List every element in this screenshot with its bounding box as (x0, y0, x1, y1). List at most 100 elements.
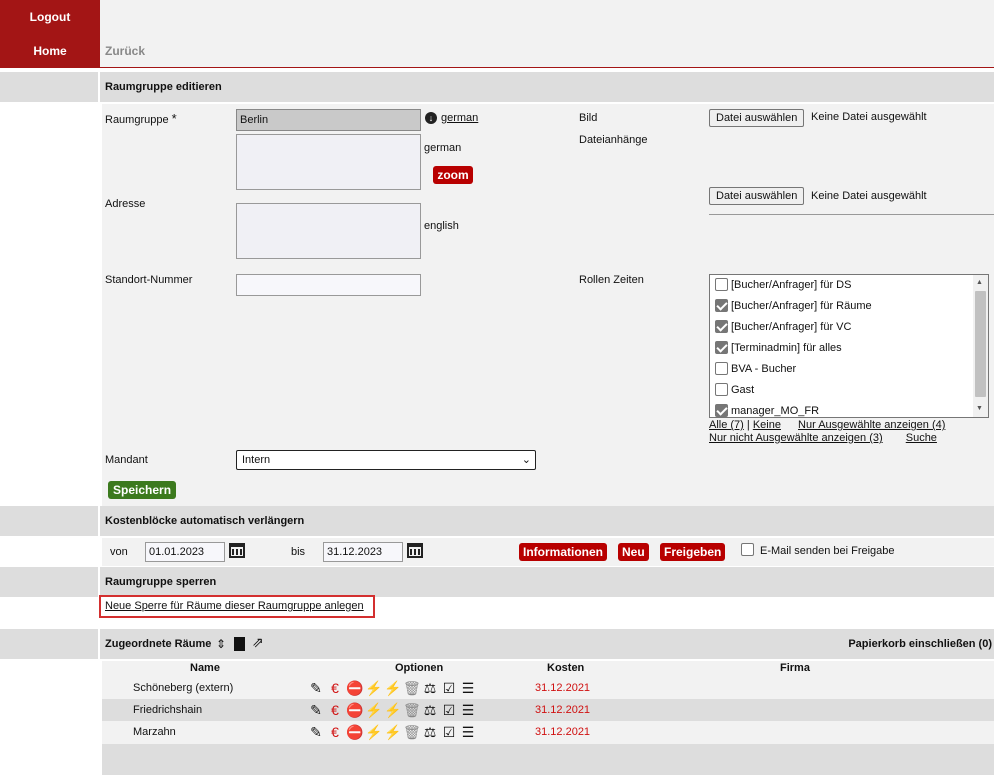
pencil-icon[interactable]: ✎ (308, 724, 324, 740)
rolle-option[interactable]: [Bucher/Anfrager] für DS (710, 275, 988, 296)
trash-icon[interactable]: 🗑 (403, 702, 421, 718)
magic-wand-icon[interactable]: ⚡ (365, 702, 382, 718)
select-none-link[interactable]: Keine (753, 419, 781, 431)
calendar-icon[interactable] (407, 543, 423, 561)
search-link[interactable]: Suche (906, 432, 937, 444)
rollen-filter-links: Alle (7) | Keine Nur Ausgewählte anzeige… (709, 419, 946, 444)
anhang-file-button[interactable]: Datei auswählen (709, 187, 805, 205)
magic-wand-icon[interactable]: ⚡ (365, 724, 382, 740)
logout-button[interactable]: Logout (0, 0, 100, 34)
listbox-scrollbar[interactable]: ▲ ▼ (973, 275, 988, 417)
scale-icon[interactable]: ⚖ (422, 680, 438, 696)
share-icon[interactable]: ⇗ (252, 634, 264, 651)
divider (709, 214, 994, 215)
euro-icon[interactable]: € (327, 702, 343, 718)
rolle-checkbox[interactable] (715, 298, 728, 312)
only-unselected-link[interactable]: Nur nicht Ausgewählte anzeigen (3) (709, 432, 883, 444)
new-lock-link[interactable]: Neue Sperre für Räume dieser Raumgruppe … (105, 600, 364, 612)
euro-icon[interactable]: € (327, 724, 343, 740)
informationen-button[interactable]: Informationen (519, 543, 607, 561)
rolle-checkbox[interactable] (715, 340, 728, 354)
bild-file-button[interactable]: Datei auswählen (709, 109, 805, 127)
trash-icon[interactable]: 🗑 (403, 680, 421, 696)
new-button[interactable]: Neu (618, 543, 649, 561)
room-name[interactable]: Friedrichshain (133, 699, 202, 721)
raumgruppe-input[interactable]: Berlin (236, 109, 421, 131)
room-name[interactable]: Schöneberg (extern) (133, 677, 233, 699)
scale-icon[interactable]: ⚖ (422, 702, 438, 718)
euro-icon[interactable]: € (327, 680, 343, 696)
rolle-checkbox[interactable] (715, 382, 728, 396)
only-selected-link[interactable]: Nur Ausgewählte anzeigen (4) (798, 419, 945, 431)
col-cost: Kosten (547, 662, 585, 674)
rolle-checkbox[interactable] (715, 319, 728, 333)
mandant-select[interactable]: Intern ⌄ (236, 450, 536, 470)
room-cost-date: 31.12.2021 (535, 704, 591, 716)
back-link[interactable]: Zurück (105, 44, 145, 58)
from-date-input[interactable]: 01.01.2023 (145, 542, 225, 562)
save-button[interactable]: Speichern (108, 481, 177, 499)
rooms-table-header: Name Optionen Kosten Firma (102, 660, 994, 676)
rolle-checkbox[interactable] (715, 361, 728, 375)
calendar-check-icon[interactable]: ☑ (441, 702, 457, 718)
list-icon[interactable]: ☰ (460, 680, 476, 696)
rolle-option[interactable]: BVA - Bucher (710, 359, 988, 380)
scale-icon[interactable]: ⚖ (422, 724, 438, 740)
scroll-down-icon[interactable]: ▼ (976, 405, 983, 412)
rolle-option[interactable]: Gast (710, 380, 988, 401)
kosten-section-header: Kostenblöcke automatisch verlängern (0, 506, 994, 536)
green-wand-icon[interactable]: ⚡ (384, 724, 401, 740)
rolle-option[interactable]: [Terminadmin] für alles (710, 338, 988, 359)
green-wand-icon[interactable]: ⚡ (384, 702, 401, 718)
table-row[interactable]: Marzahn ✎ € ⛔ ⚡ ⚡ 🗑 ⚖ ☑ ☰ 31.12.2021 (102, 721, 994, 743)
rolle-checkbox[interactable] (715, 403, 728, 417)
trash-include-label[interactable]: Papierkorb einschließen (0) (848, 629, 992, 659)
list-icon[interactable]: ☰ (460, 702, 476, 718)
no-entry-icon[interactable]: ⛔ (346, 724, 363, 740)
rolle-option[interactable]: [Bucher/Anfrager] für VC (710, 317, 988, 338)
standort-input[interactable] (236, 274, 421, 296)
scroll-up-icon[interactable]: ▲ (976, 279, 983, 286)
rollen-label: Rollen Zeiten (579, 274, 644, 286)
magic-wand-icon[interactable]: ⚡ (365, 680, 382, 696)
calendar-icon[interactable] (229, 543, 245, 561)
green-wand-icon[interactable]: ⚡ (384, 680, 401, 696)
select-all-link[interactable]: Alle (7) (709, 419, 744, 431)
to-date-input[interactable]: 31.12.2023 (323, 542, 403, 562)
home-button[interactable]: Home (0, 34, 100, 68)
german-description-textarea[interactable] (236, 134, 421, 190)
german-link[interactable]: german (441, 112, 478, 124)
calendar-check-icon[interactable]: ☑ (441, 724, 457, 740)
pencil-icon[interactable]: ✎ (308, 680, 324, 696)
lang-toggle[interactable]: ↓ german (425, 112, 478, 124)
adresse-label: Adresse (105, 198, 146, 210)
sort-icon[interactable]: ⇕ (216, 636, 226, 652)
rollen-listbox[interactable]: [Bucher/Anfrager] für DS [Bucher/Anfrager… (709, 274, 989, 418)
rolle-label: manager_MO_FR (731, 405, 820, 417)
row-options: ✎ € ⛔ ⚡ ⚡ 🗑 ⚖ ☑ ☰ (308, 723, 476, 741)
row-options: ✎ € ⛔ ⚡ ⚡ 🗑 ⚖ ☑ ☰ (308, 679, 476, 697)
rolle-option[interactable]: [Bucher/Anfrager] für Räume (710, 296, 988, 317)
email-checkbox[interactable] (741, 543, 757, 557)
rolle-checkbox[interactable] (715, 277, 728, 291)
kosten-section-title: Kostenblöcke automatisch verlängern (105, 515, 305, 527)
rolle-option[interactable]: manager_MO_FR (710, 401, 988, 417)
table-row[interactable]: Friedrichshain ✎ € ⛔ ⚡ ⚡ 🗑 ⚖ ☑ ☰ 31.12.2021 (102, 699, 994, 721)
no-entry-icon[interactable]: ⛔ (346, 680, 363, 696)
document-icon[interactable] (234, 637, 245, 651)
room-name[interactable]: Marzahn (133, 721, 176, 743)
calendar-check-icon[interactable]: ☑ (441, 680, 457, 696)
edit-section-title: Raumgruppe editieren (105, 81, 222, 93)
list-icon[interactable]: ☰ (460, 724, 476, 740)
sperren-section-header: Raumgruppe sperren (0, 567, 994, 597)
release-button[interactable]: Freigeben (660, 543, 726, 561)
to-label: bis (291, 546, 306, 558)
pencil-icon[interactable]: ✎ (308, 702, 324, 718)
address-textarea[interactable] (236, 203, 421, 259)
edit-section-header: Raumgruppe editieren (0, 72, 994, 102)
scrollbar-thumb[interactable] (975, 291, 986, 397)
table-row[interactable]: Schöneberg (extern) ✎ € ⛔ ⚡ ⚡ 🗑 ⚖ ☑ ☰ 31.12.2021 (102, 677, 994, 699)
trash-icon[interactable]: 🗑 (403, 724, 421, 740)
zoom-button[interactable]: zoom (433, 166, 473, 184)
no-entry-icon[interactable]: ⛔ (346, 702, 363, 718)
